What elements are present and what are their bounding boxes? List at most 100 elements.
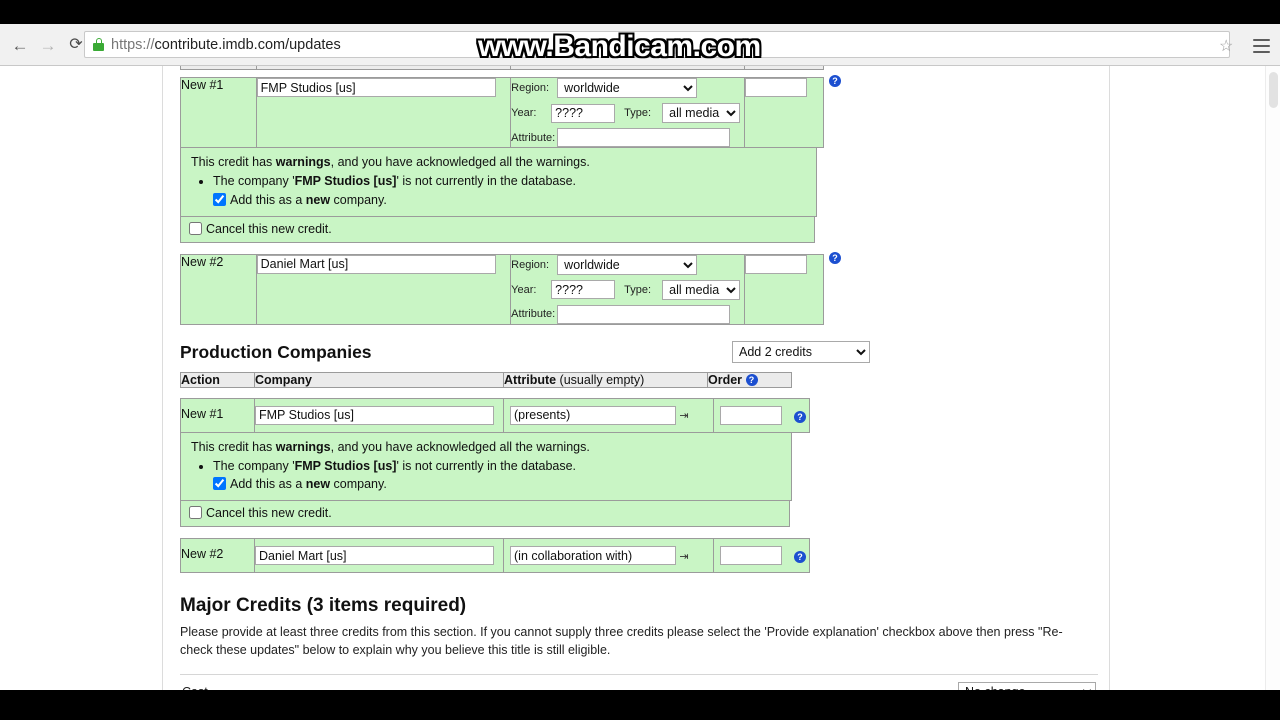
letterbox-bottom (0, 690, 1280, 720)
row-action-label: New #2 (180, 538, 255, 574)
page-scrollbar-thumb[interactable] (1269, 72, 1278, 108)
add-new-company-checkbox[interactable] (213, 477, 226, 491)
swap-arrows-icon[interactable]: ⇥ (676, 550, 692, 563)
type-select[interactable]: all media (662, 279, 741, 300)
add-new-company-row: Add this as a new company. (213, 476, 791, 493)
region-select[interactable]: worldwide (557, 78, 698, 98)
year-input[interactable] (551, 280, 616, 300)
screen: ← → ⟳ https://contribute.imdb.com/update… (0, 0, 1280, 720)
address-bar-url: https://contribute.imdb.com/updates (111, 37, 341, 53)
add-new-bold: new (305, 192, 331, 207)
help-icon[interactable]: ? (829, 75, 841, 87)
help-icon[interactable]: ? (794, 410, 806, 423)
attribute-label: Attribute: (511, 131, 556, 144)
warning-item-company: FMP Studios [us] (294, 458, 397, 473)
page-content: New #1 Region: worldwide (180, 66, 1098, 690)
year-input[interactable] (551, 103, 616, 123)
warning-intro-c: , and you have acknowledged all the warn… (330, 155, 590, 169)
warning-item-company: FMP Studios [us] (294, 173, 397, 188)
attribute-input[interactable] (510, 405, 676, 425)
year-label: Year: (511, 107, 537, 119)
url-host: contribute.imdb.com (154, 36, 286, 53)
warning-item-a: The company ' (213, 458, 295, 473)
order-input[interactable] (720, 405, 782, 425)
major-credits-description: Please provide at least three credits fr… (180, 625, 1063, 658)
distributor-row-2: New #2 Region: worldwide (180, 253, 824, 325)
major-credit-row-cast: Cast No change (180, 673, 1098, 690)
order-input[interactable] (745, 78, 808, 97)
major-credits-title: Major Credits (3 items required) (180, 595, 467, 617)
page-scrollbar[interactable] (1265, 66, 1280, 690)
url-path: /updates (285, 36, 341, 53)
column-header-attribute: Attribute (usually empty) (503, 371, 708, 388)
type-select[interactable]: all media (662, 103, 741, 123)
order-input[interactable] (720, 546, 782, 566)
company-name-input[interactable] (255, 546, 494, 566)
column-header-attribute-note: (usually empty) (556, 372, 645, 387)
region-label: Region: (511, 258, 550, 271)
page-right-margin (1110, 66, 1280, 690)
production-companies-table: Action Company Attribute (usually empty)… (180, 371, 792, 388)
warning-item-a: The company ' (213, 173, 295, 188)
add-new-company-checkbox[interactable] (213, 192, 226, 206)
forward-arrow-icon[interactable]: → (34, 31, 62, 59)
add-credits-select[interactable]: Add 2 credits (732, 340, 870, 363)
cancel-credit-checkbox[interactable] (189, 221, 202, 235)
company-name-input[interactable] (256, 78, 496, 97)
attribute-input[interactable] (557, 128, 731, 147)
section-title: Production Companies (180, 341, 372, 362)
cancel-credit-bar-2: Cancel this new credit. (180, 501, 790, 528)
swap-arrows-icon[interactable]: ⇥ (676, 409, 692, 422)
company-name-input[interactable] (256, 254, 496, 274)
row-action-label: New #2 (180, 253, 257, 325)
add-new-c: company. (330, 477, 387, 492)
table-row: New #2 ⇥ (180, 538, 810, 574)
type-label: Type: (624, 283, 652, 296)
table-row: New #2 Region: worldwide (180, 253, 824, 325)
previous-row-partial (180, 66, 824, 70)
type-label: Type: (624, 107, 652, 119)
row-action-label: New #1 (180, 397, 255, 433)
url-scheme: https:// (111, 36, 155, 53)
page-body: New #1 Region: worldwide (162, 66, 1110, 690)
attribute-label: Attribute: (511, 308, 556, 321)
attribute-cell: ⇥ (503, 397, 714, 433)
bookmark-star-icon[interactable]: ☆ (1219, 38, 1236, 55)
column-header-attribute-bold: Attribute (504, 372, 557, 387)
warning-intro-bold: warnings (275, 439, 331, 454)
production-row-1: New #1 ⇥ (180, 397, 810, 433)
warning-intro-bold: warnings (275, 155, 331, 169)
nav-buttons: ← → ⟳ (0, 24, 90, 66)
warning-block-2: This credit has warnings, and you have a… (180, 432, 792, 502)
column-header-order: Order ? (707, 371, 792, 388)
row-action-label: New #1 (180, 77, 257, 148)
order-input[interactable] (745, 254, 808, 274)
cast-change-select[interactable]: No change (958, 681, 1096, 690)
company-name-input[interactable] (255, 405, 494, 425)
hamburger-menu-icon[interactable] (1253, 39, 1270, 53)
attribute-input[interactable] (557, 304, 731, 324)
warning-intro-c: , and you have acknowledged all the warn… (330, 439, 590, 454)
warning-item-c: ' is not currently in the database. (396, 458, 577, 473)
region-select[interactable]: worldwide (557, 254, 698, 275)
attribute-input[interactable] (510, 546, 676, 566)
column-header-company: Company (254, 371, 504, 388)
add-new-company-row: Add this as a new company. (213, 192, 816, 209)
cancel-credit-bar-1: Cancel this new credit. (180, 216, 815, 243)
help-icon[interactable]: ? (745, 374, 758, 387)
lock-icon (93, 38, 104, 51)
warning-intro-a: This credit has (191, 439, 276, 454)
table-row: New #1 Region: worldwide (180, 77, 824, 148)
help-icon[interactable]: ? (829, 251, 841, 264)
back-arrow-icon[interactable]: ← (6, 31, 34, 59)
warning-item: The company 'FMP Studios [us]' is not cu… (213, 458, 791, 494)
year-label: Year: (511, 283, 537, 296)
letterbox-top (0, 0, 1280, 24)
production-row-2: New #2 ⇥ (180, 538, 810, 574)
distributor-row-1: New #1 Region: worldwide (180, 77, 824, 148)
cancel-credit-checkbox[interactable] (189, 506, 202, 520)
production-companies-header: Production Companies Add 2 credits (180, 340, 870, 363)
bandicam-watermark: www.Bandicam.com (478, 30, 761, 63)
add-new-c: company. (330, 192, 387, 207)
cancel-credit-label: Cancel this new credit. (206, 221, 332, 236)
